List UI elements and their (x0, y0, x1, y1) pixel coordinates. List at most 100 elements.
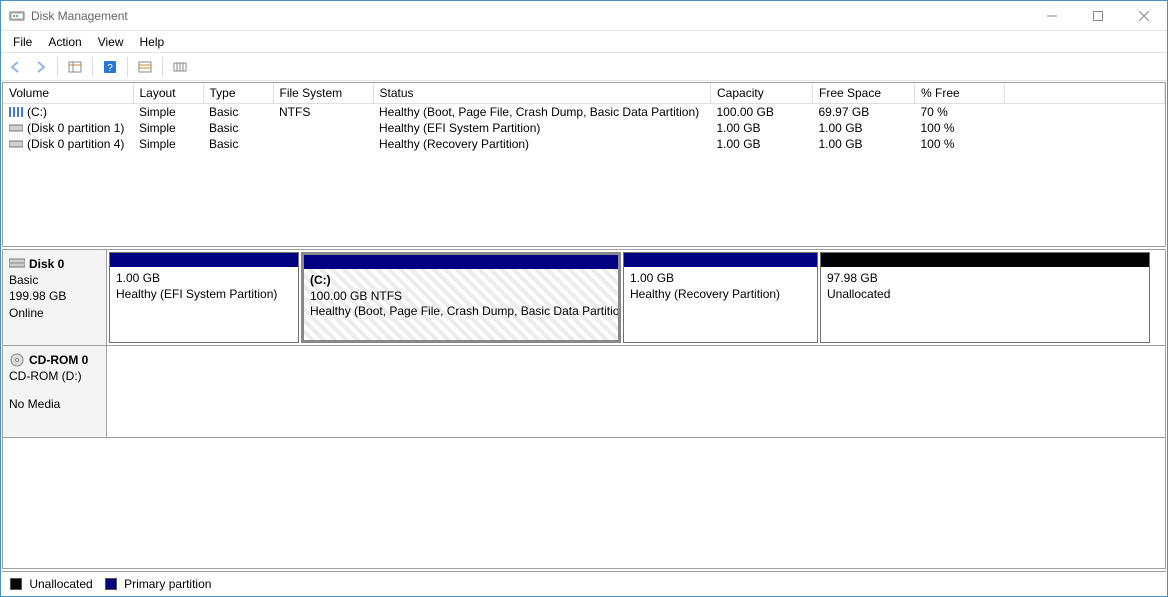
partition-status: Healthy (Boot, Page File, Crash Dump, Ba… (310, 304, 612, 320)
volume-name: (Disk 0 partition 1) (27, 121, 124, 135)
col-capacity[interactable]: Capacity (711, 83, 813, 103)
volume-free: 1.00 GB (813, 136, 915, 152)
window-title: Disk Management (31, 9, 128, 23)
partition-status: Healthy (EFI System Partition) (116, 287, 292, 303)
volume-capacity: 1.00 GB (711, 136, 813, 152)
menu-view[interactable]: View (90, 33, 132, 51)
legend-bar: Unallocated Primary partition (2, 571, 1166, 595)
partition-color-strip (304, 255, 618, 269)
maximize-button[interactable] (1075, 1, 1121, 31)
disk-info[interactable]: Disk 0Basic199.98 GBOnline (3, 250, 107, 345)
volume-row[interactable]: (Disk 0 partition 4) SimpleBasic Healthy (… (3, 136, 1165, 152)
volume-status: Healthy (Recovery Partition) (373, 136, 711, 152)
toolbar-separator (162, 57, 163, 77)
disk-name: Disk 0 (29, 256, 64, 272)
disk-status: No Media (9, 396, 100, 412)
app-icon (9, 8, 25, 24)
volume-layout: Simple (133, 120, 203, 136)
volume-free: 1.00 GB (813, 120, 915, 136)
title-bar: Disk Management (1, 1, 1167, 31)
col-type[interactable]: Type (203, 83, 273, 103)
volume-type: Basic (203, 120, 273, 136)
col-status[interactable]: Status (373, 83, 711, 103)
legend-primary: Primary partition (105, 577, 212, 591)
partition-status: Unallocated (827, 287, 1143, 303)
disk-row[interactable]: Disk 0Basic199.98 GBOnline1.00 GBHealthy… (3, 250, 1165, 346)
menu-bar: File Action View Help (1, 31, 1167, 53)
disk-partitions: 1.00 GBHealthy (EFI System Partition)(C:… (107, 250, 1165, 345)
partition-size: 97.98 GB (827, 271, 1143, 287)
volume-status: Healthy (Boot, Page File, Crash Dump, Ba… (373, 103, 711, 120)
cdrom-icon (9, 352, 25, 368)
volume-layout: Simple (133, 103, 203, 120)
partition-block[interactable]: 1.00 GBHealthy (Recovery Partition) (623, 252, 818, 343)
menu-file[interactable]: File (5, 33, 40, 51)
minimize-button[interactable] (1029, 1, 1075, 31)
disk-name: CD-ROM 0 (29, 352, 88, 368)
disk-type: Basic (9, 272, 100, 288)
volume-name: (C:) (27, 105, 47, 119)
legend-unallocated-label: Unallocated (29, 577, 92, 591)
toolbar: ? (1, 53, 1167, 81)
forward-button[interactable] (29, 56, 51, 78)
primary-swatch-icon (105, 578, 117, 590)
partition-block[interactable]: 1.00 GBHealthy (EFI System Partition) (109, 252, 299, 343)
disk-graphic-pane: Disk 0Basic199.98 GBOnline1.00 GBHealthy… (2, 249, 1166, 569)
refresh-button[interactable] (134, 56, 156, 78)
col-free[interactable]: Free Space (813, 83, 915, 103)
volume-layout: Simple (133, 136, 203, 152)
col-layout[interactable]: Layout (133, 83, 203, 103)
col-volume[interactable]: Volume (3, 83, 133, 103)
volume-name: (Disk 0 partition 4) (27, 137, 124, 151)
disk-partitions (107, 346, 1165, 437)
close-button[interactable] (1121, 1, 1167, 31)
partition-color-strip (821, 253, 1149, 267)
partition-color-strip (110, 253, 298, 267)
col-fs[interactable]: File System (273, 83, 373, 103)
partition-label: (C:) (310, 273, 612, 289)
disk-size: 199.98 GB (9, 288, 100, 304)
legend-primary-label: Primary partition (124, 577, 211, 591)
disk-row[interactable]: CD-ROM 0CD-ROM (D:)No Media (3, 346, 1165, 438)
disk-icon (9, 257, 25, 271)
menu-action[interactable]: Action (40, 33, 89, 51)
menu-help[interactable]: Help (132, 33, 173, 51)
volume-icon (9, 139, 23, 149)
toolbar-separator (92, 57, 93, 77)
help-button[interactable]: ? (99, 56, 121, 78)
volume-pctfree: 100 % (915, 136, 1005, 152)
partition-block[interactable]: (C:)100.00 GB NTFSHealthy (Boot, Page Fi… (301, 252, 621, 343)
volume-type: Basic (203, 103, 273, 120)
show-hide-tree-button[interactable] (64, 56, 86, 78)
volume-table[interactable]: Volume Layout Type File System Status Ca… (3, 83, 1165, 152)
volume-icon (9, 123, 23, 133)
volume-fs (273, 136, 373, 152)
volume-fs: NTFS (273, 103, 373, 120)
volume-capacity: 100.00 GB (711, 103, 813, 120)
volume-type: Basic (203, 136, 273, 152)
disk-status: Online (9, 305, 100, 321)
partition-size: 100.00 GB NTFS (310, 289, 612, 305)
legend-unallocated: Unallocated (10, 577, 93, 591)
disk-info[interactable]: CD-ROM 0CD-ROM (D:)No Media (3, 346, 107, 437)
partition-size: 1.00 GB (116, 271, 292, 287)
volume-free: 69.97 GB (813, 103, 915, 120)
volume-status: Healthy (EFI System Partition) (373, 120, 711, 136)
svg-text:?: ? (107, 63, 113, 74)
col-pctfree[interactable]: % Free (915, 83, 1005, 103)
settings-button[interactable] (169, 56, 191, 78)
volume-table-header[interactable]: Volume Layout Type File System Status Ca… (3, 83, 1165, 103)
col-spacer (1005, 83, 1165, 103)
volume-pctfree: 100 % (915, 120, 1005, 136)
volume-capacity: 1.00 GB (711, 120, 813, 136)
partition-unallocated[interactable]: 97.98 GBUnallocated (820, 252, 1150, 343)
toolbar-separator (127, 57, 128, 77)
unallocated-swatch-icon (10, 578, 22, 590)
partition-size: 1.00 GB (630, 271, 811, 287)
volume-row[interactable]: (Disk 0 partition 1) SimpleBasic Healthy (… (3, 120, 1165, 136)
volume-row[interactable]: (C:) SimpleBasicNTFSHealthy (Boot, Page F… (3, 103, 1165, 120)
back-button[interactable] (5, 56, 27, 78)
partition-color-strip (624, 253, 817, 267)
volume-stripe-icon (9, 107, 23, 117)
toolbar-separator (57, 57, 58, 77)
